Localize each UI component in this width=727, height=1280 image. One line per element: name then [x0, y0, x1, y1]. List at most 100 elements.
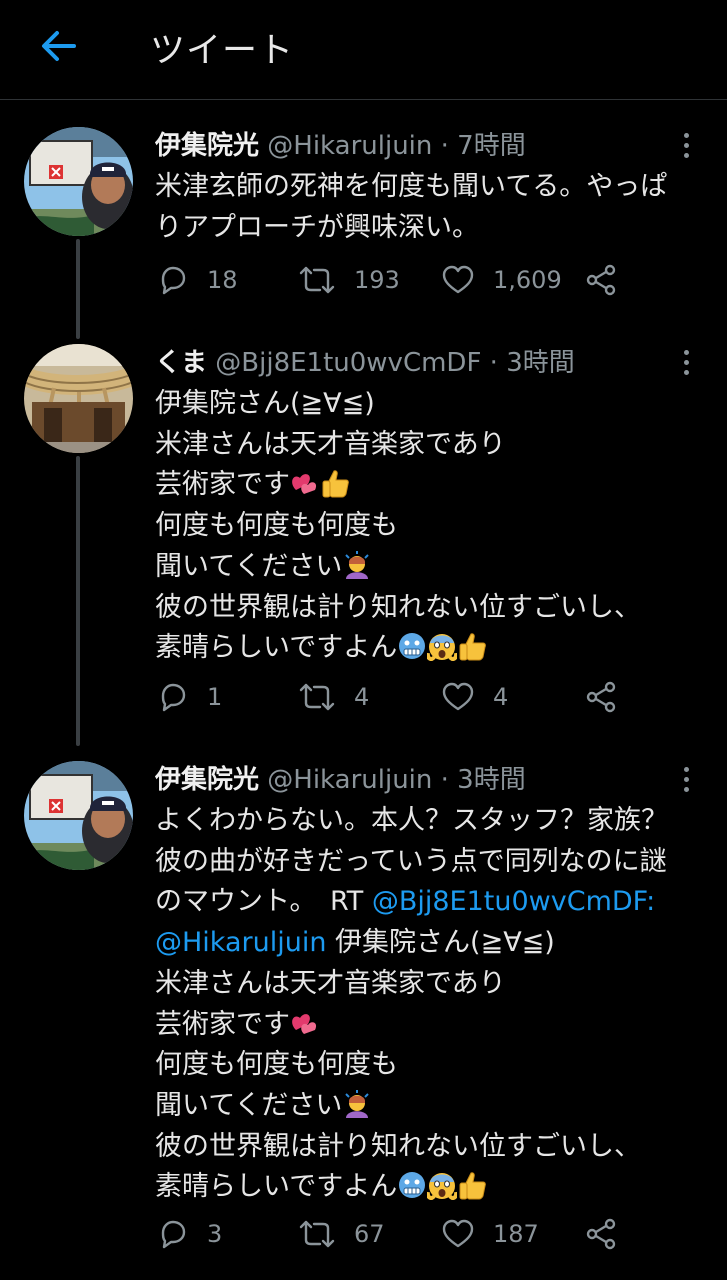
text-line: 素晴らしいですよん: [155, 632, 398, 664]
retweet-button[interactable]: 4: [298, 679, 369, 715]
mention-link[interactable]: @Bjj8E1tu0wvCmDF:: [372, 886, 655, 917]
reply-count: 18: [207, 266, 238, 294]
tweet-text: 米津玄師の死神を何度も聞いてる。やっぱ りアプローチが興味深い。: [155, 167, 710, 248]
timestamp[interactable]: · 3時間: [490, 348, 575, 378]
timestamp[interactable]: · 3時間: [441, 765, 526, 795]
more-button[interactable]: [672, 344, 700, 380]
share-button[interactable]: [584, 262, 618, 298]
text-line: 聞いてください: [155, 550, 343, 582]
cold-face-emoji: [398, 1171, 426, 1199]
thread-line: [76, 239, 80, 339]
avatar[interactable]: [24, 127, 133, 236]
retweet-button[interactable]: 67: [298, 1216, 385, 1252]
text-line: 素晴らしいですよん: [155, 1171, 398, 1203]
retweet-count: 4: [354, 683, 370, 711]
text-line: よくわからない。本人？スタッフ？家族？: [155, 805, 668, 836]
thread-line: [76, 456, 80, 746]
text-line: 伊集院さん(≧∀≦): [335, 927, 555, 959]
heart-emoji: [292, 1013, 317, 1034]
display-name[interactable]: 伊集院光: [155, 765, 259, 795]
retweet-count: 67: [354, 1220, 385, 1248]
back-button[interactable]: [38, 26, 78, 66]
mention-link[interactable]: @Hikaruljuin: [155, 927, 326, 958]
text-line: のマウント。 RT: [155, 886, 372, 918]
more-icon-dot: [683, 786, 689, 792]
reply-count: 1: [207, 683, 223, 711]
like-icon: [442, 1219, 474, 1248]
like-icon: [442, 682, 474, 711]
retweet-icon: [299, 683, 335, 711]
top-bar: ツイート: [0, 0, 727, 100]
thumbs-up-emoji: [322, 470, 349, 498]
reply-button[interactable]: 3: [157, 1216, 222, 1252]
text-line: 米津玄師の死神を何度も聞いてる。やっぱ: [155, 171, 668, 202]
thumbs-up-emoji: [459, 633, 487, 661]
text-line: 伊集院さん(≧∀≦): [155, 388, 375, 419]
text-line: 彼の世界観は計り知れない位すごいし、: [155, 591, 641, 623]
text-line: 芸術家です: [155, 469, 290, 501]
heart-emoji: [292, 474, 317, 495]
more-button[interactable]: [672, 761, 700, 797]
text-line: 米津さんは天才音楽家であり: [155, 967, 506, 999]
more-icon-dot: [683, 132, 689, 138]
timestamp[interactable]: · 7時間: [441, 131, 526, 161]
reply-button[interactable]: 1: [157, 679, 222, 715]
text-line: りアプローチが興味深い。: [155, 211, 479, 243]
tweet-text: よくわからない。本人？スタッフ？家族？ 彼の曲が好きだっていう点で同列なのに謎 …: [155, 801, 710, 1208]
more-icon-dot: [683, 349, 689, 355]
person-bowing-emoji: [345, 549, 370, 580]
screaming-face-emoji: [427, 1171, 458, 1201]
like-count: 187: [493, 1220, 539, 1248]
text-line: 何度も何度も何度も: [155, 510, 398, 542]
avatar[interactable]: [24, 344, 133, 453]
more-icon-dot: [683, 369, 689, 375]
action-bar: 1 4 4: [157, 679, 637, 715]
more-icon-dot: [683, 776, 689, 782]
retweet-icon: [299, 1220, 335, 1248]
tweet-header: 伊集院光 @Hikaruljuin · 7時間: [155, 125, 526, 162]
reply-icon: [161, 1220, 186, 1249]
screaming-face-emoji: [427, 632, 458, 662]
share-button[interactable]: [584, 1216, 618, 1252]
handle[interactable]: @Hikaruljuin: [267, 131, 432, 161]
back-arrow-icon: [42, 31, 76, 61]
page-title: ツイート: [150, 31, 295, 71]
text-line: 何度も何度も何度も: [155, 1049, 398, 1081]
action-bar: 3 67 187: [157, 1216, 637, 1252]
retweet-count: 193: [354, 266, 400, 294]
text-line: 彼の世界観は計り知れない位すごいし、: [155, 1130, 641, 1162]
display-name[interactable]: くま: [155, 348, 207, 378]
reply-icon: [161, 266, 186, 295]
reply-icon: [161, 683, 186, 712]
reply-button[interactable]: 18: [157, 262, 238, 298]
person-bowing-emoji: [345, 1088, 370, 1119]
text-line: 米津さんは天才音楽家であり: [155, 428, 506, 460]
handle[interactable]: @Hikaruljuin: [267, 765, 432, 795]
tweet-header: くま @Bjj8E1tu0wvCmDF · 3時間: [155, 342, 575, 379]
cold-face-emoji: [398, 632, 426, 660]
like-button[interactable]: 187: [441, 1216, 539, 1252]
share-icon: [586, 264, 616, 296]
share-icon: [586, 1218, 616, 1250]
more-icon-dot: [683, 142, 689, 148]
like-button[interactable]: 1,609: [441, 262, 562, 298]
handle[interactable]: @Bjj8E1tu0wvCmDF: [215, 348, 481, 378]
display-name[interactable]: 伊集院光: [155, 131, 259, 161]
avatar[interactable]: [24, 761, 133, 870]
thumbs-up-emoji: [459, 1172, 487, 1200]
text-line: 聞いてください: [155, 1089, 343, 1121]
like-button[interactable]: 4: [441, 679, 508, 715]
share-button[interactable]: [584, 679, 618, 715]
like-count: 4: [493, 683, 509, 711]
like-count: 1,609: [493, 266, 562, 294]
more-icon-dot: [683, 152, 689, 158]
more-icon-dot: [683, 359, 689, 365]
like-icon: [442, 265, 474, 294]
more-button[interactable]: [672, 127, 700, 163]
retweet-button[interactable]: 193: [298, 262, 400, 298]
tweet-header: 伊集院光 @Hikaruljuin · 3時間: [155, 759, 526, 796]
reply-count: 3: [207, 1220, 223, 1248]
text-line: 芸術家です: [155, 1008, 290, 1040]
more-icon-dot: [683, 766, 689, 772]
tweet-text: 伊集院さん(≧∀≦) 米津さんは天才音楽家であり 芸術家です 何度も何度も何度も…: [155, 384, 710, 669]
